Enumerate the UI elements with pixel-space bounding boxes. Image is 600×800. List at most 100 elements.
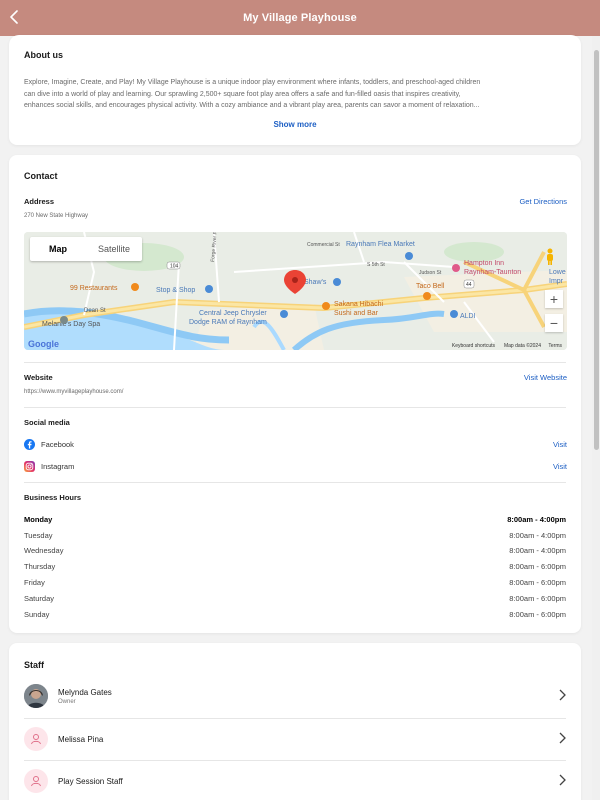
about-title: About us bbox=[24, 50, 63, 60]
hours-time: 8:00am - 4:00pm bbox=[509, 531, 566, 540]
staff-name: Melynda Gates bbox=[58, 687, 112, 697]
staff-name: Play Session Staff bbox=[58, 776, 123, 786]
chevron-right-icon bbox=[559, 774, 566, 786]
avatar bbox=[24, 684, 48, 708]
staff-info: Play Session Staff bbox=[58, 777, 123, 786]
hours-row: Monday 8:00am - 4:00pm bbox=[24, 515, 566, 524]
hours-day: Wednesday bbox=[24, 546, 64, 555]
avatar bbox=[24, 727, 48, 751]
hours-day: Monday bbox=[24, 515, 53, 524]
about-card: About us Explore, Imagine, Create, and P… bbox=[9, 35, 581, 145]
staff-info: Melissa Pina bbox=[58, 735, 103, 744]
hours-day: Friday bbox=[24, 578, 45, 587]
map-label: Judson St bbox=[419, 270, 442, 276]
map-label: Central Jeep Chrysler bbox=[199, 310, 267, 317]
map-data-text: Map data ©2024 bbox=[503, 343, 541, 349]
map-label: Hampton Inn bbox=[464, 260, 504, 267]
chevron-left-icon bbox=[10, 10, 18, 24]
map-label: Raynham-Taunton bbox=[464, 269, 521, 276]
contact-card: Contact Address 270 New State Highway Ge… bbox=[9, 155, 581, 633]
staff-info: Melynda Gates Owner bbox=[58, 688, 112, 705]
map-label: Dodge RAM of Raynham bbox=[189, 319, 267, 326]
map-label: Dean St bbox=[84, 308, 106, 314]
street-view-icon bbox=[547, 248, 553, 265]
route-44-label: 44 bbox=[466, 282, 472, 288]
map-label: Shaw's bbox=[304, 279, 327, 286]
chevron-right-icon bbox=[559, 689, 566, 701]
divider bbox=[24, 482, 566, 483]
route-104-label: 104 bbox=[170, 264, 179, 270]
staff-title: Staff bbox=[24, 660, 44, 670]
staff-row-melynda[interactable]: Melynda Gates Owner bbox=[24, 676, 566, 716]
back-button[interactable] bbox=[4, 4, 24, 30]
instagram-visit-link[interactable]: Visit bbox=[553, 462, 567, 471]
user-photo-icon bbox=[24, 684, 48, 708]
hours-row: Friday 8:00am - 6:00pm bbox=[24, 578, 566, 587]
map-label: Stop & Shop bbox=[156, 287, 195, 294]
hours-time: 8:00am - 4:00pm bbox=[509, 546, 566, 555]
address-label: Address bbox=[24, 197, 55, 206]
hours-row: Saturday 8:00am - 6:00pm bbox=[24, 594, 566, 603]
hours-row: Sunday 8:00am - 6:00pm bbox=[24, 610, 566, 619]
show-more-link[interactable]: Show more bbox=[9, 120, 581, 129]
google-logo: Google bbox=[28, 339, 59, 349]
facebook-label: Facebook bbox=[41, 440, 74, 449]
business-hours-label: Business Hours bbox=[24, 493, 82, 502]
map-label: Sakana Hibachi bbox=[334, 301, 383, 308]
map-label: Melanie's Day Spa bbox=[42, 321, 100, 328]
divider bbox=[24, 362, 566, 363]
divider bbox=[24, 407, 566, 408]
staff-card: Staff Melynda Gates Owner Melissa Pina P… bbox=[9, 643, 581, 800]
staff-row-melissa[interactable]: Melissa Pina bbox=[24, 719, 566, 759]
hours-day: Saturday bbox=[24, 594, 55, 603]
social-row-facebook: Facebook bbox=[24, 439, 74, 450]
visit-website-link[interactable]: Visit Website bbox=[524, 373, 567, 382]
map-label: Lowe bbox=[549, 269, 566, 276]
hours-row: Thursday 8:00am - 6:00pm bbox=[24, 562, 566, 571]
user-placeholder-icon bbox=[31, 776, 41, 787]
hours-day: Thursday bbox=[24, 562, 56, 571]
about-line: can dive into a world of play and learni… bbox=[24, 90, 461, 98]
keyboard-shortcuts-link[interactable]: Keyboard shortcuts bbox=[452, 343, 495, 349]
map-label: Raynham Flea Market bbox=[346, 241, 415, 248]
staff-row-play-session[interactable]: Play Session Staff bbox=[24, 761, 566, 800]
hours-time: 8:00am - 6:00pm bbox=[509, 594, 566, 603]
website-value: https://www.myvillageplayhouse.com/ bbox=[24, 389, 124, 395]
hours-row: Wednesday 8:00am - 4:00pm bbox=[24, 546, 566, 555]
hours-row: Tuesday 8:00am - 4:00pm bbox=[24, 531, 566, 540]
get-directions-link[interactable]: Get Directions bbox=[519, 197, 567, 206]
zoom-out-button[interactable]: − bbox=[545, 314, 563, 332]
map-label: 99 Restaurants bbox=[70, 285, 118, 292]
terms-link[interactable]: Terms bbox=[548, 343, 562, 349]
avatar bbox=[24, 769, 48, 793]
app-header: My Village Playhouse bbox=[0, 0, 600, 36]
map-label: Taco Bell bbox=[416, 283, 445, 290]
website-label: Website bbox=[24, 373, 53, 382]
user-placeholder-icon bbox=[31, 734, 41, 745]
social-media-label: Social media bbox=[24, 418, 70, 427]
hours-time: 8:00am - 6:00pm bbox=[509, 610, 566, 619]
map-tab-satellite[interactable]: Satellite bbox=[86, 237, 142, 261]
scrollbar-thumb[interactable] bbox=[594, 50, 599, 450]
pegman-icon[interactable] bbox=[545, 248, 563, 268]
map-type-toggle[interactable]: Map Satellite bbox=[30, 237, 142, 261]
facebook-icon bbox=[24, 439, 35, 450]
staff-role: Owner bbox=[58, 698, 76, 705]
map-label: Impr bbox=[549, 278, 564, 285]
facebook-visit-link[interactable]: Visit bbox=[553, 440, 567, 449]
contact-title: Contact bbox=[24, 171, 58, 181]
social-row-instagram: Instagram bbox=[24, 461, 74, 472]
about-description: Explore, Imagine, Create, and Play! My V… bbox=[24, 77, 569, 112]
page-title: My Village Playhouse bbox=[243, 12, 357, 24]
map-label: Commercial St bbox=[307, 242, 340, 248]
instagram-label: Instagram bbox=[41, 462, 75, 471]
map-tab-map[interactable]: Map bbox=[30, 237, 86, 261]
hours-time: 8:00am - 4:00pm bbox=[507, 515, 566, 524]
map-label: Sushi and Bar bbox=[334, 310, 379, 317]
hours-day: Sunday bbox=[24, 610, 50, 619]
hours-day: Tuesday bbox=[24, 531, 53, 540]
location-map[interactable]: Raynham Flea Market Hampton Inn Raynham-… bbox=[24, 232, 567, 350]
zoom-in-button[interactable]: + bbox=[545, 290, 563, 308]
map-label: S 5th St bbox=[367, 262, 385, 268]
about-line: enhances social skills, and encourages p… bbox=[24, 102, 480, 109]
